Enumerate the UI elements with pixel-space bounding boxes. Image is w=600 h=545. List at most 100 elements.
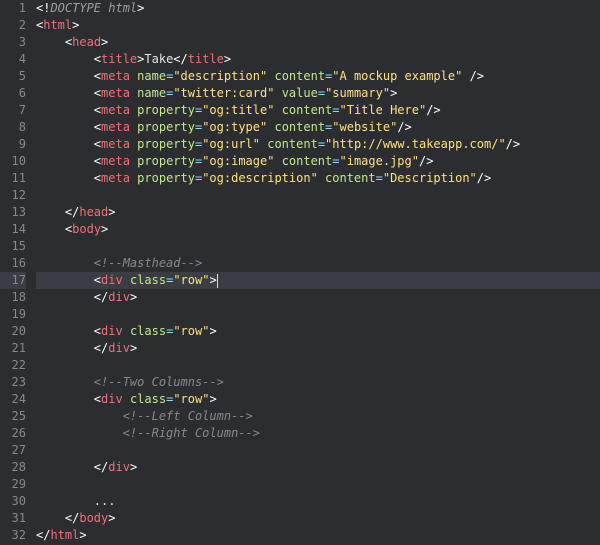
- code-line[interactable]: </div>: [36, 340, 600, 357]
- token-text: [123, 273, 130, 287]
- token-bracket: </: [36, 528, 50, 542]
- token-bracket: <: [94, 103, 101, 117]
- token-bracket: <: [94, 137, 101, 151]
- token-bracket: <: [94, 273, 101, 287]
- token-tag: html: [50, 528, 79, 542]
- line-number: 21: [0, 340, 26, 357]
- token-eq: =: [376, 171, 383, 185]
- token-tag: div: [108, 341, 130, 355]
- code-line[interactable]: <meta property="og:type" content="websit…: [36, 119, 600, 136]
- code-line[interactable]: <body>: [36, 221, 600, 238]
- token-bracket: />: [477, 171, 491, 185]
- token-tag: div: [108, 290, 130, 304]
- line-number: 32: [0, 527, 26, 544]
- token-attr: property: [137, 171, 195, 185]
- code-area[interactable]: <!DOCTYPE html><html> <head> <title>Take…: [34, 0, 600, 545]
- token-attr: content: [274, 69, 325, 83]
- token-tag: meta: [101, 103, 130, 117]
- code-line[interactable]: <div class="row">: [36, 272, 600, 289]
- token-attr: value: [282, 86, 318, 100]
- line-number: 13: [0, 204, 26, 221]
- line-number: 8: [0, 119, 26, 136]
- code-line[interactable]: </html>: [36, 527, 600, 544]
- code-line[interactable]: </div>: [36, 289, 600, 306]
- line-number: 12: [0, 187, 26, 204]
- code-editor[interactable]: 1234567891011121314151617181920212223242…: [0, 0, 600, 545]
- token-tag: div: [101, 273, 123, 287]
- token-bracket: />: [419, 154, 433, 168]
- token-bracket: >: [130, 460, 137, 474]
- code-line[interactable]: <html>: [36, 17, 600, 34]
- token-bracket: </: [94, 460, 108, 474]
- token-attr: class: [130, 273, 166, 287]
- token-bracket: >: [72, 18, 79, 32]
- token-bracket: >: [224, 52, 231, 66]
- code-line[interactable]: <meta property="og:image" content="image…: [36, 153, 600, 170]
- token-bracket: />: [506, 137, 520, 151]
- token-tag: body: [72, 222, 101, 236]
- code-line[interactable]: <div class="row">: [36, 391, 600, 408]
- token-bracket: <: [94, 120, 101, 134]
- code-line[interactable]: <!--Left Column-->: [36, 408, 600, 425]
- line-number: 29: [0, 476, 26, 493]
- code-line[interactable]: [36, 306, 600, 323]
- line-number: 6: [0, 85, 26, 102]
- token-attr: property: [137, 103, 195, 117]
- token-bracket: >: [130, 341, 137, 355]
- token-eq: =: [318, 137, 325, 151]
- token-doctype: DOCTYPE html: [50, 1, 137, 15]
- code-line[interactable]: <!--Right Column-->: [36, 425, 600, 442]
- code-line[interactable]: <meta property="og:url" content="http://…: [36, 136, 600, 153]
- line-number: 20: [0, 323, 26, 340]
- code-line[interactable]: <meta name="twitter:card" value="summary…: [36, 85, 600, 102]
- token-tag: div: [101, 392, 123, 406]
- token-bracket: />: [426, 103, 440, 117]
- token-string: "og:description": [202, 171, 318, 185]
- line-number: 3: [0, 34, 26, 51]
- code-line[interactable]: [36, 442, 600, 459]
- code-line[interactable]: [36, 187, 600, 204]
- code-line[interactable]: ...: [36, 493, 600, 510]
- token-eq: =: [318, 86, 325, 100]
- token-bracket: <: [94, 324, 101, 338]
- token-comment: <!--Masthead-->: [94, 256, 202, 270]
- token-text: [274, 103, 281, 117]
- token-bracket: </: [173, 52, 187, 66]
- token-tag: meta: [101, 86, 130, 100]
- token-tag: div: [101, 324, 123, 338]
- code-line[interactable]: </div>: [36, 459, 600, 476]
- token-bracket: >: [79, 528, 86, 542]
- text-cursor: [217, 274, 218, 288]
- code-line[interactable]: <meta property="og:title" content="Title…: [36, 102, 600, 119]
- code-line[interactable]: </head>: [36, 204, 600, 221]
- token-bracket: <: [94, 52, 101, 66]
- line-number: 23: [0, 374, 26, 391]
- token-string: "og:title": [202, 103, 274, 117]
- code-line[interactable]: <meta name="description" content="A mock…: [36, 68, 600, 85]
- token-tag: body: [79, 511, 108, 525]
- code-line[interactable]: [36, 476, 600, 493]
- token-attr: content: [274, 120, 325, 134]
- code-line[interactable]: <!--Two Columns-->: [36, 374, 600, 391]
- code-line[interactable]: <head>: [36, 34, 600, 51]
- line-number: 28: [0, 459, 26, 476]
- token-string: "twitter:card": [173, 86, 274, 100]
- token-tag: html: [43, 18, 72, 32]
- code-line[interactable]: <div class="row">: [36, 323, 600, 340]
- token-bracket: >: [390, 86, 397, 100]
- token-tag: head: [72, 35, 101, 49]
- token-string: "og:type": [202, 120, 267, 134]
- token-tag: meta: [101, 137, 130, 151]
- token-string: "description": [173, 69, 267, 83]
- code-line[interactable]: [36, 238, 600, 255]
- code-line[interactable]: [36, 357, 600, 374]
- token-bracket: >: [101, 222, 108, 236]
- line-number: 18: [0, 289, 26, 306]
- code-line[interactable]: <!--Masthead-->: [36, 255, 600, 272]
- code-line[interactable]: <!DOCTYPE html>: [36, 0, 600, 17]
- token-bracket: >: [101, 35, 108, 49]
- code-line[interactable]: <title>Take</title>: [36, 51, 600, 68]
- code-line[interactable]: </body>: [36, 510, 600, 527]
- token-attr: content: [325, 171, 376, 185]
- code-line[interactable]: <meta property="og:description" content=…: [36, 170, 600, 187]
